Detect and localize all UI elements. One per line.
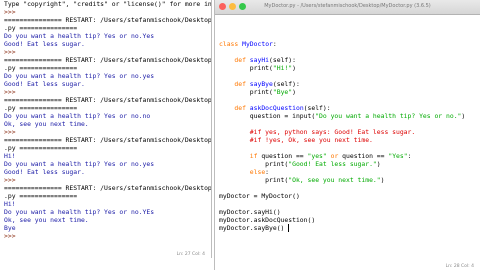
editor-titlebar[interactable]: MyDoctor.py - /Users/stefanmischook/Desk… — [215, 0, 480, 15]
shell-output[interactable]: Type "copyright", "credits" or "license(… — [0, 0, 211, 248]
python-shell-window: Type "copyright", "credits" or "license(… — [0, 0, 212, 258]
code-line: class MyDoctor: — [219, 40, 277, 48]
shell-line: >>> — [4, 48, 20, 56]
shell-line: Do you want a health tip? Yes or no.YEs — [4, 208, 155, 216]
shell-line: Hi! — [4, 200, 16, 208]
shell-line: .py =============== — [4, 192, 78, 200]
code-line: else: — [249, 168, 270, 176]
shell-line: >>> — [4, 232, 20, 240]
shell-line: =============== RESTART: /Users/stefanmi… — [4, 16, 211, 24]
code-line: def sayBye(self): — [234, 80, 300, 88]
shell-line: Good! Eat less sugar. — [4, 168, 85, 176]
editor-status: Ln: 28 Col: 4 — [445, 264, 474, 269]
code-line: def sayHi(self): — [234, 56, 296, 64]
shell-line: =============== RESTART: /Users/stefanmi… — [4, 96, 211, 104]
shell-line: Ok, see you next time. — [4, 120, 89, 128]
shell-line: >>> — [4, 128, 20, 136]
shell-line: .py =============== — [4, 144, 78, 152]
code-line: if question == "yes" or question == "Yes… — [249, 152, 412, 160]
code-line: def askDocQuestion(self): — [234, 104, 331, 112]
shell-line: Good! Eat less sugar. — [4, 40, 85, 48]
shell-line: Do you want a health tip? Yes or no.yes — [4, 72, 155, 80]
shell-line: >>> — [4, 176, 20, 184]
shell-line: .py =============== — [4, 24, 78, 32]
shell-line: Ok, see you next time. — [4, 216, 89, 224]
code-line: myDoctor.sayHi() — [219, 208, 281, 216]
shell-line: Do you want a health tip? Yes or no.Yes — [4, 32, 155, 40]
shell-line: >>> — [4, 8, 20, 16]
shell-status: Ln: 27 Col: 4 — [176, 252, 205, 257]
editor-window: MyDoctor.py - /Users/stefanmischook/Desk… — [214, 0, 480, 270]
shell-line: .py =============== — [4, 64, 78, 72]
shell-line: Do you want a health tip? Yes or no.no — [4, 112, 151, 120]
shell-line: >>> — [4, 88, 20, 96]
code-line: myDoctor = MyDoctor() — [219, 192, 300, 200]
shell-line: Do you want a health tip? Yes or no.yes — [4, 160, 155, 168]
editor-window-title: MyDoctor.py - /Users/stefanmischook/Desk… — [264, 3, 431, 9]
shell-line: .py =============== — [4, 104, 78, 112]
code-editor[interactable]: class MyDoctor: def sayHi(self): print("… — [215, 40, 480, 260]
shell-line: Bye — [4, 224, 16, 232]
code-line: question = input("Do you want a health t… — [219, 112, 466, 120]
code-line: print("Hi!") — [219, 64, 296, 72]
code-line: myDoctor.sayBye() — [219, 224, 290, 232]
code-line: #if !yes, Ok, see you next time. — [249, 136, 373, 144]
shell-line: Good! Eat less sugar. — [4, 80, 85, 88]
code-line: myDoctor.askDocQuestion() — [219, 216, 316, 224]
shell-line: =============== RESTART: /Users/stefanmi… — [4, 136, 211, 144]
shell-line: =============== RESTART: /Users/stefanmi… — [4, 56, 211, 64]
code-line: print("Good! Eat less sugar.") — [219, 160, 381, 168]
shell-line: Hi! — [4, 152, 16, 160]
code-line: print("Ok, see you next time.") — [219, 176, 385, 184]
shell-line: =============== RESTART: /Users/stefanmi… — [4, 184, 211, 192]
code-line: print("Bye") — [219, 88, 296, 96]
shell-line: Type "copyright", "credits" or "license(… — [4, 0, 211, 8]
code-line: #if yes, python says: Good! Eat less sug… — [249, 128, 416, 136]
